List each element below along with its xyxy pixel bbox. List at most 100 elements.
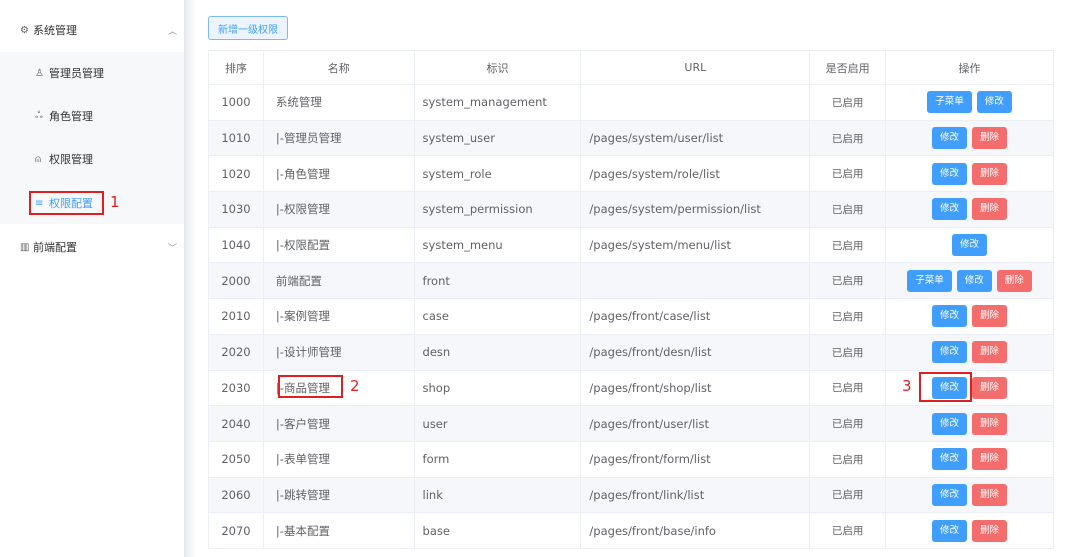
cell-flag: system_menu bbox=[414, 227, 582, 264]
cell-name: |-表单管理 bbox=[263, 441, 415, 478]
delete-button[interactable]: 删除 bbox=[972, 198, 1008, 221]
cell-order: 2060 bbox=[208, 477, 264, 514]
cell-url bbox=[580, 262, 811, 300]
cell-order: 2040 bbox=[208, 405, 264, 442]
cell-ops: 修改 删除 bbox=[885, 477, 1054, 514]
sidebar-item-label: 角色管理 bbox=[49, 110, 93, 123]
cell-ops: 修改 删除 bbox=[885, 155, 1054, 193]
header-order: 排序 bbox=[208, 50, 264, 85]
cell-ops: 子菜单 修改 bbox=[885, 84, 1054, 121]
edit-button[interactable]: 修改 bbox=[932, 519, 968, 542]
cell-status: 已启用 bbox=[809, 334, 887, 371]
delete-button[interactable]: 删除 bbox=[972, 162, 1008, 185]
cell-status: 已启用 bbox=[809, 370, 887, 407]
cell-url: /pages/front/form/list bbox=[580, 441, 811, 478]
cell-ops: 修改 删除 bbox=[885, 334, 1054, 371]
edit-button[interactable]: 修改 bbox=[932, 448, 968, 471]
delete-button[interactable]: 删除 bbox=[972, 127, 1008, 150]
delete-button[interactable]: 删除 bbox=[972, 341, 1008, 364]
menu-group-system[interactable]: ⚙ 系统管理 ︿ bbox=[0, 8, 186, 52]
sidebar-item-role[interactable]: ஃ 角色管理 bbox=[0, 96, 186, 136]
sidebar-item-permission[interactable]: ⍝ 权限管理 bbox=[0, 139, 186, 179]
table-row: 1010 |-管理员管理 system_user/pages/system/user… bbox=[208, 120, 1054, 157]
lock-icon: ⍝ bbox=[35, 153, 41, 165]
cell-ops: 修改 删除 bbox=[885, 441, 1054, 478]
cell-url: /pages/system/user/list bbox=[580, 120, 811, 157]
delete-button[interactable]: 删除 bbox=[972, 483, 1008, 506]
cell-order: 2030 bbox=[208, 370, 264, 407]
sidebar-item-admin[interactable]: ♙ 管理员管理 bbox=[0, 53, 186, 93]
edit-button[interactable]: 修改 bbox=[932, 412, 968, 435]
cell-ops: 修改 删除 bbox=[885, 120, 1054, 157]
cell-url: /pages/system/menu/list bbox=[580, 227, 811, 264]
edit-button[interactable]: 修改 bbox=[956, 269, 992, 292]
cell-flag: case bbox=[414, 298, 582, 335]
delete-button[interactable]: 删除 bbox=[972, 519, 1008, 542]
edit-button[interactable]: 修改 bbox=[932, 341, 968, 364]
cell-url: /pages/front/user/list bbox=[580, 405, 811, 442]
edit-button[interactable]: 修改 bbox=[932, 305, 968, 328]
annotation-number-3: 3 bbox=[902, 377, 912, 395]
delete-button[interactable]: 删除 bbox=[972, 448, 1008, 471]
chevron-down-icon: ﹀ bbox=[168, 243, 178, 254]
sidebar: ⚙ 系统管理 ︿ ♙ 管理员管理 ஃ 角色管理 ⍝ 权限管理 ≡ 权限配置 ▥ … bbox=[0, 0, 186, 557]
cell-flag: system_user bbox=[414, 120, 582, 157]
table-row: 1040 |-权限配置 system_menu/pages/system/menu/… bbox=[208, 227, 1054, 264]
edit-button[interactable]: 修改 bbox=[976, 91, 1012, 114]
add-top-permission-button[interactable]: 新增一级权限 bbox=[208, 16, 288, 40]
submenu-button[interactable]: 子菜单 bbox=[927, 91, 972, 114]
menu-group-label: 前端配置 bbox=[33, 241, 77, 254]
cell-status: 已启用 bbox=[809, 441, 887, 478]
cell-name: |-客户管理 bbox=[263, 405, 415, 442]
cell-order: 1020 bbox=[208, 155, 264, 193]
edit-button[interactable]: 修改 bbox=[952, 234, 988, 257]
edit-button[interactable]: 修改 bbox=[932, 198, 968, 221]
chevron-up-icon: ︿ bbox=[168, 26, 178, 37]
header-url: URL bbox=[580, 50, 811, 85]
cell-ops: 修改 删除 bbox=[885, 512, 1054, 549]
cell-status: 已启用 bbox=[809, 262, 887, 300]
cell-order: 1040 bbox=[208, 227, 264, 264]
menu-group-front[interactable]: ▥ 前端配置 ﹀ bbox=[0, 225, 186, 269]
cell-status: 已启用 bbox=[809, 227, 887, 264]
cell-flag: shop bbox=[414, 370, 582, 407]
annotation-box-3 bbox=[919, 372, 972, 402]
cell-name: |-设计师管理 bbox=[263, 334, 415, 371]
submenu-button[interactable]: 子菜单 bbox=[907, 269, 952, 292]
cell-name: 系统管理 bbox=[263, 84, 415, 121]
cell-ops: 修改 删除 bbox=[885, 298, 1054, 335]
menu-group-label: 系统管理 bbox=[33, 24, 77, 37]
edit-button[interactable]: 修改 bbox=[932, 162, 968, 185]
delete-button[interactable]: 删除 bbox=[972, 305, 1008, 328]
cell-url: /pages/front/case/list bbox=[580, 298, 811, 335]
cell-name: |-权限管理 bbox=[263, 191, 415, 228]
table-row: 1020 |-角色管理 system_role/pages/system/role/… bbox=[208, 155, 1054, 193]
header-status: 是否启用 bbox=[809, 50, 887, 85]
edit-button[interactable]: 修改 bbox=[932, 483, 968, 506]
edit-button[interactable]: 修改 bbox=[932, 127, 968, 150]
sidebar-divider bbox=[184, 0, 196, 557]
table-row: 1000 系统管理 system_management 已启用 子菜单 修改 bbox=[208, 84, 1054, 121]
header-flag: 标识 bbox=[414, 50, 582, 85]
table-row: 2040 |-客户管理 user/pages/front/user/list 已启用 修… bbox=[208, 405, 1054, 442]
delete-button[interactable]: 删除 bbox=[996, 269, 1032, 292]
cell-flag: user bbox=[414, 405, 582, 442]
cell-flag: form bbox=[414, 441, 582, 478]
sidebar-item-label: 管理员管理 bbox=[49, 67, 104, 80]
header-ops: 操作 bbox=[885, 50, 1054, 85]
cell-status: 已启用 bbox=[809, 120, 887, 157]
cell-url: /pages/front/desn/list bbox=[580, 334, 811, 371]
cell-name: |-跳转管理 bbox=[263, 477, 415, 514]
annotation-box-2 bbox=[278, 375, 343, 398]
cell-order: 2010 bbox=[208, 298, 264, 335]
cell-flag: system_role bbox=[414, 155, 582, 193]
cell-name: |-案例管理 bbox=[263, 298, 415, 335]
table-row: 1030 |-权限管理 system_permission/pages/system… bbox=[208, 191, 1054, 228]
table-row: 2050 |-表单管理 form/pages/front/form/list 已启用修… bbox=[208, 441, 1054, 478]
cell-status: 已启用 bbox=[809, 405, 887, 442]
cell-url bbox=[580, 84, 811, 121]
delete-button[interactable]: 删除 bbox=[972, 376, 1008, 399]
cell-flag: base bbox=[414, 512, 582, 549]
delete-button[interactable]: 删除 bbox=[972, 412, 1008, 435]
cell-status: 已启用 bbox=[809, 191, 887, 228]
